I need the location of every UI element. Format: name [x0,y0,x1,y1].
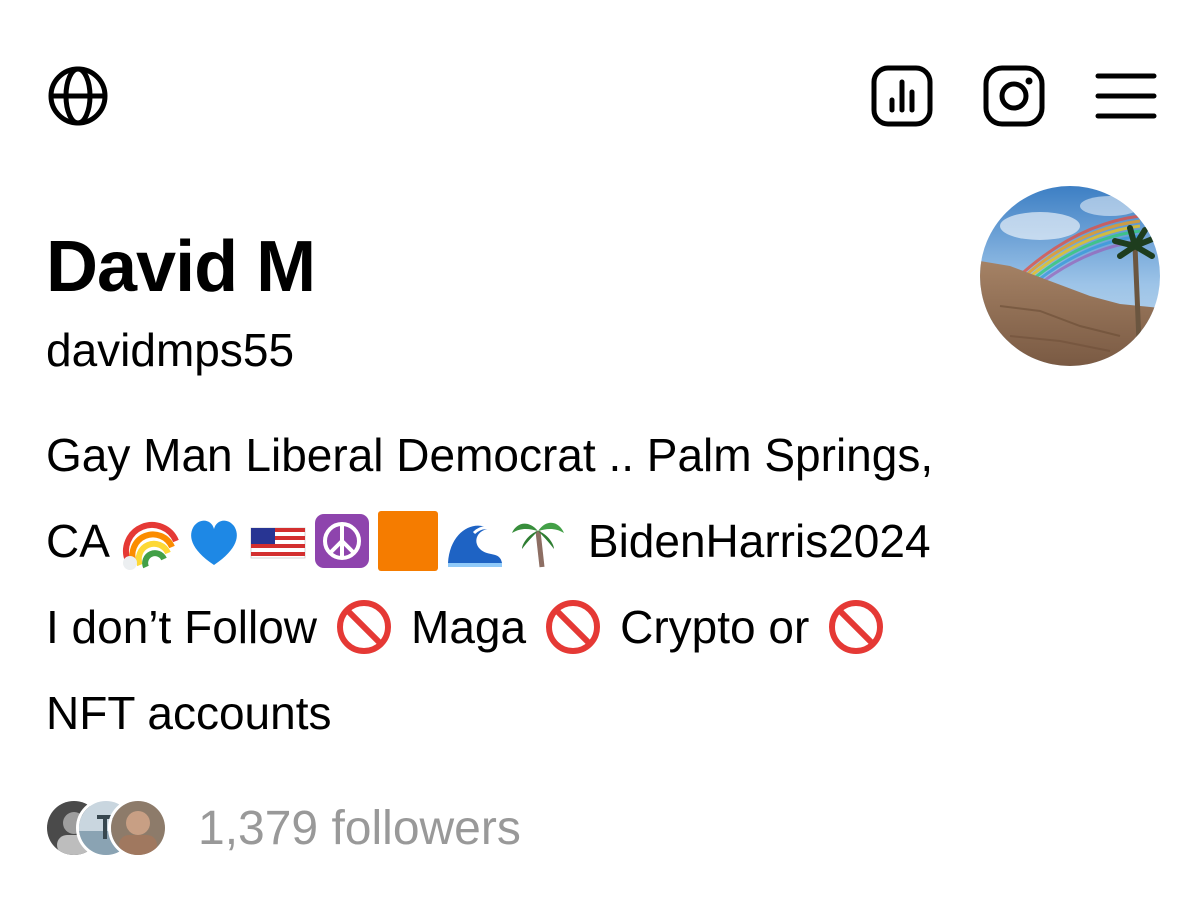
menu-button[interactable] [1094,64,1158,128]
profile-avatar[interactable] [980,186,1160,366]
rainbow-palm-avatar [980,186,1160,366]
bio-line-2: CA BidenHarris2024 [46,498,1156,584]
followers-count[interactable]: 1,379 followers [198,801,521,856]
bio-line-3: I don’t Follow Maga Crypto or [46,584,1156,670]
palm-tree-icon [511,522,564,568]
orange-square-icon [377,511,438,571]
bio-text: I don’t Follow [46,601,318,653]
bio-text: NFT accounts [46,687,332,739]
follower-avatar-3 [108,798,168,858]
globe-icon [48,66,108,126]
blue-heart-icon [191,520,237,565]
profile-bio: Gay Man Liberal Democrat .. Palm Springs… [46,412,1156,756]
bio-line-4: NFT accounts [46,670,1156,756]
bio-line-1: Gay Man Liberal Democrat .. Palm Springs… [46,412,1156,498]
no-entry-icon [827,598,885,656]
bio-text: Gay Man Liberal Democrat .. Palm Springs… [46,429,934,481]
no-entry-icon [544,598,602,656]
instagram-icon [983,65,1045,127]
bio-text: Crypto or [620,601,810,653]
instagram-button[interactable] [982,64,1046,128]
bio-text: Maga [411,601,527,653]
username: davidmps55 [46,324,295,376]
display-name: David M [46,227,316,307]
wave-icon [447,525,502,567]
bio-text: CA [46,515,110,567]
insights-button[interactable] [870,64,934,128]
globe-button[interactable] [46,64,110,128]
bio-emoji-row [120,509,568,573]
no-entry-icon [335,598,393,656]
bio-text: BidenHarris2024 [587,515,931,567]
followers-link[interactable]: 1,379 followers [44,796,521,860]
peace-symbol-icon [314,514,369,568]
rainbow-icon [122,522,179,570]
insights-icon [871,65,933,127]
us-flag-icon [250,527,306,559]
menu-icon [1095,73,1157,119]
